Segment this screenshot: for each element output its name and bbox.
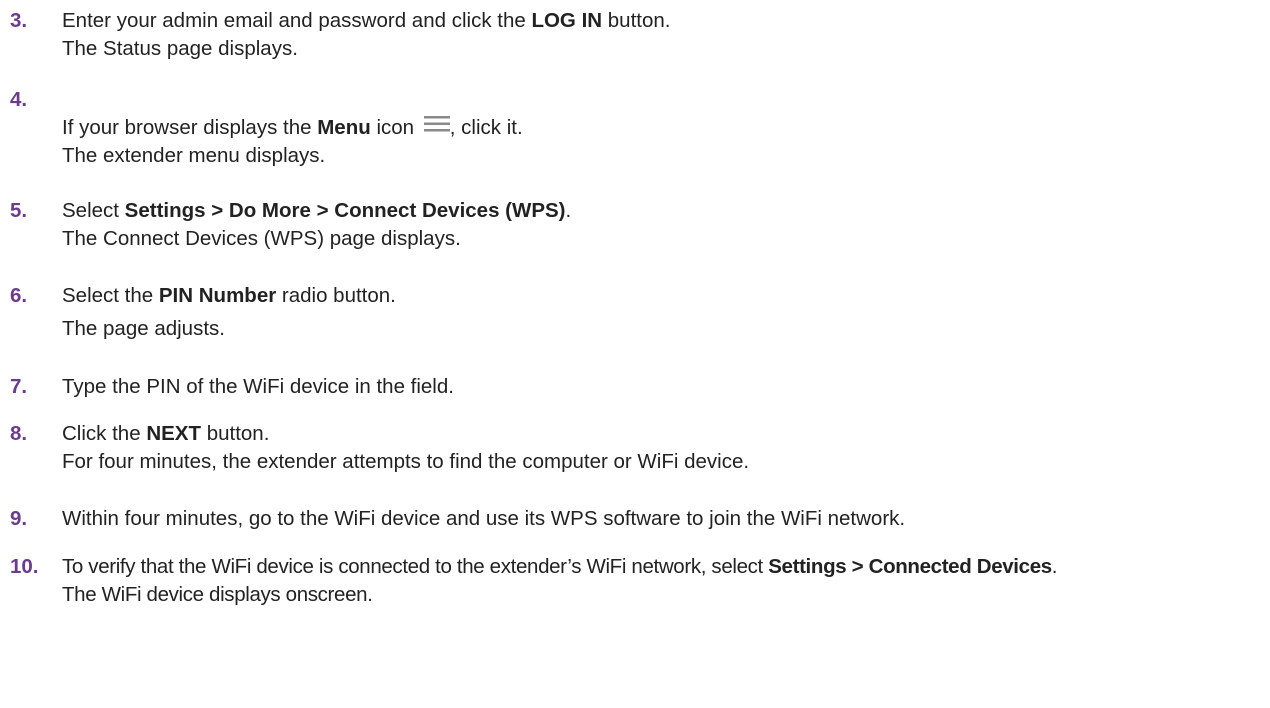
step-result: The extender menu displays.: [62, 144, 326, 167]
step-6: 6. Select the PIN Number radio button. T…: [10, 282, 1260, 343]
step-instruction: If your browser displays the Menu icon ,…: [62, 112, 1260, 142]
step-result: The page adjusts.: [62, 317, 225, 340]
step-instruction: Type the PIN of the WiFi device in the f…: [62, 375, 454, 398]
step-instruction: To verify that the WiFi device is connec…: [62, 555, 1058, 578]
step-instruction: Select the PIN Number radio button.: [62, 284, 396, 307]
step-9: 9. Within four minutes, go to the WiFi d…: [10, 505, 1260, 533]
step-result: The Status page displays.: [62, 37, 298, 60]
menu-icon: [423, 112, 450, 132]
step-number: 5.: [10, 199, 28, 222]
step-instruction: Click the NEXT button.: [62, 422, 270, 445]
emphasis: NEXT: [146, 422, 201, 445]
step-4: 4. If your browser displays the Menu ico…: [10, 86, 1260, 170]
step-result: The WiFi device displays onscreen.: [62, 583, 373, 606]
step-instruction: Within four minutes, go to the WiFi devi…: [62, 507, 906, 530]
step-number: 3.: [10, 9, 28, 32]
step-10: 10. To verify that the WiFi device is co…: [10, 553, 1260, 609]
emphasis: LOG IN: [531, 9, 603, 32]
step-number: 7.: [10, 375, 28, 398]
step-8: 8. Click the NEXT button. For four minut…: [10, 420, 1260, 476]
step-3: 3. Enter your admin email and password a…: [10, 7, 1260, 63]
step-number: 10.: [10, 555, 39, 578]
step-5: 5. Select Settings > Do More > Connect D…: [10, 197, 1260, 253]
emphasis: PIN Number: [158, 284, 277, 307]
step-result: For four minutes, the extender attempts …: [62, 450, 750, 473]
emphasis: Menu: [317, 116, 371, 139]
step-number: 8.: [10, 422, 28, 445]
step-instruction: Enter your admin email and password and …: [62, 9, 671, 32]
emphasis: Settings > Connected Devices: [768, 555, 1052, 578]
step-instruction: Select Settings > Do More > Connect Devi…: [62, 199, 572, 222]
step-number: 9.: [10, 507, 28, 530]
step-number: 6.: [10, 284, 28, 307]
emphasis: Settings > Do More > Connect Devices (WP…: [124, 199, 566, 222]
step-result: The Connect Devices (WPS) page displays.: [62, 227, 461, 250]
step-7: 7. Type the PIN of the WiFi device in th…: [10, 373, 1260, 401]
step-number: 4.: [10, 88, 28, 111]
